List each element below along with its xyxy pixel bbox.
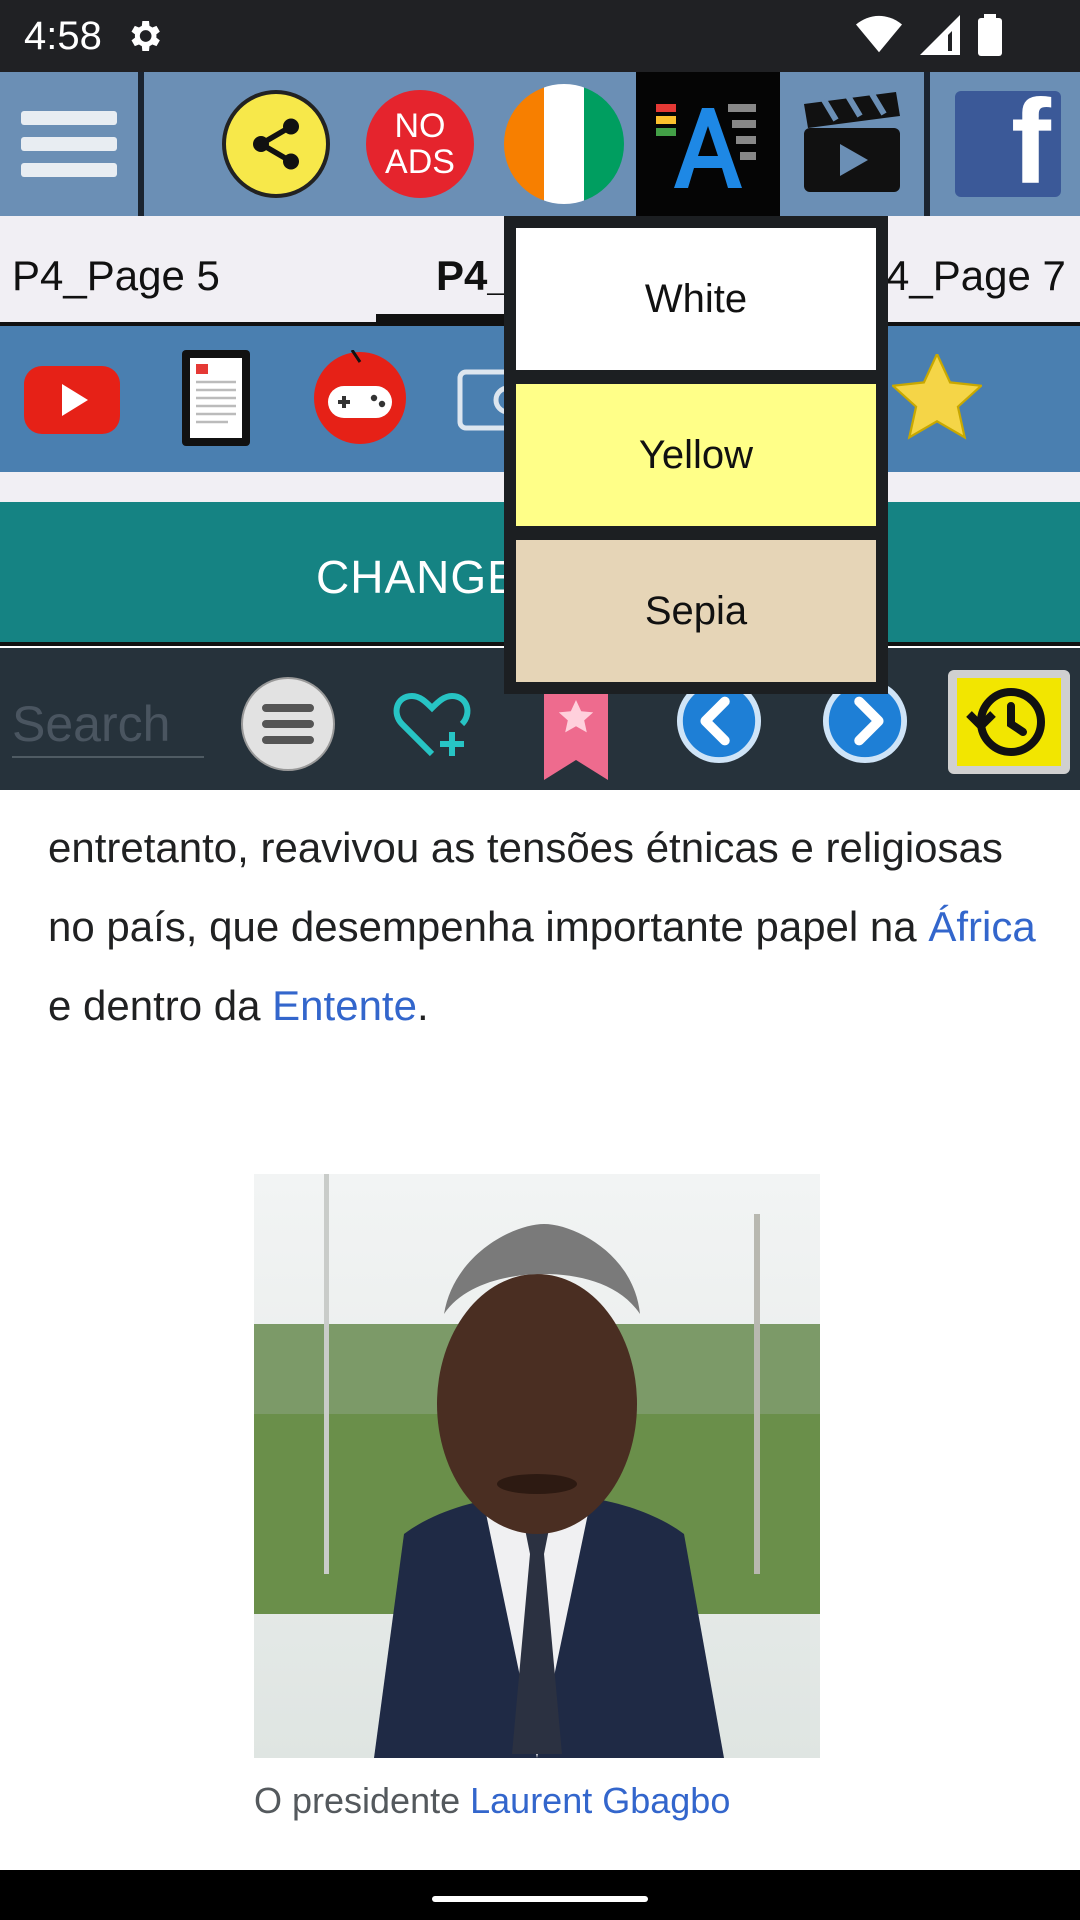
link-laurent-gbagbo[interactable]: Laurent Gbagbo xyxy=(470,1780,730,1821)
link-africa[interactable]: África xyxy=(928,903,1035,950)
share-icon xyxy=(253,118,299,170)
bookmark-star-icon xyxy=(544,684,608,780)
video-button[interactable] xyxy=(780,72,930,216)
settings-gear-icon xyxy=(131,21,160,51)
clapperboard-icon xyxy=(804,92,900,192)
ebook-button[interactable] xyxy=(182,350,250,451)
facebook-icon: f xyxy=(955,91,1061,197)
status-bar: 4:58 xyxy=(0,0,1080,72)
list-menu-button[interactable] xyxy=(240,676,336,777)
system-nav-bar xyxy=(0,1870,1080,1920)
tab-page-7[interactable]: P4_Page 7 xyxy=(858,252,1066,300)
option-white[interactable]: White xyxy=(516,228,876,370)
option-sepia[interactable]: Sepia xyxy=(516,540,876,682)
ivory-coast-flag-icon[interactable] xyxy=(504,84,624,204)
font-style-button[interactable] xyxy=(636,72,780,216)
hamburger-menu-icon xyxy=(21,99,117,189)
ebook-reader-icon xyxy=(182,350,250,446)
font-size-icon xyxy=(656,104,756,188)
add-favorite-button[interactable] xyxy=(392,688,472,765)
status-time: 4:58 xyxy=(24,14,102,58)
battery-icon xyxy=(978,14,1002,56)
option-yellow[interactable]: Yellow xyxy=(516,384,876,526)
share-button[interactable] xyxy=(222,90,330,198)
link-entente[interactable]: Entente xyxy=(272,982,417,1029)
heart-plus-icon xyxy=(393,692,471,757)
article-paragraph: entretanto, reavivou as tensões étnicas … xyxy=(48,824,1036,1029)
article-content: entretanto, reavivou as tensões étnicas … xyxy=(0,790,1080,1870)
top-toolbar: NO ADS f xyxy=(0,72,1080,216)
change-label: CHANGE xyxy=(316,551,519,603)
signal-icon xyxy=(920,15,960,55)
youtube-icon xyxy=(24,366,120,434)
photo-caption: O presidente Laurent Gbagbo xyxy=(254,1780,731,1821)
history-button[interactable] xyxy=(948,670,1070,774)
tab-page-5[interactable]: P4_Page 5 xyxy=(12,252,220,300)
gamepad-icon xyxy=(314,349,406,444)
home-gesture-handle[interactable] xyxy=(432,1896,648,1902)
favorite-star-button[interactable] xyxy=(890,351,984,445)
wifi-icon xyxy=(856,15,902,53)
no-ads-button[interactable]: NO ADS xyxy=(366,90,474,198)
list-menu-icon xyxy=(241,677,335,771)
bookmark-button[interactable] xyxy=(544,684,608,785)
history-icon xyxy=(957,678,1061,766)
games-button[interactable] xyxy=(312,349,408,451)
star-icon xyxy=(890,351,984,440)
facebook-button[interactable]: f xyxy=(936,72,1080,216)
search-input[interactable] xyxy=(12,692,204,758)
menu-button[interactable] xyxy=(0,72,144,216)
president-photo xyxy=(254,1174,820,1758)
background-color-popup: White Yellow Sepia xyxy=(504,216,888,694)
youtube-button[interactable] xyxy=(24,366,120,439)
no-ads-label-line2: ADS xyxy=(385,143,455,181)
no-ads-label-line1: NO xyxy=(394,107,446,145)
